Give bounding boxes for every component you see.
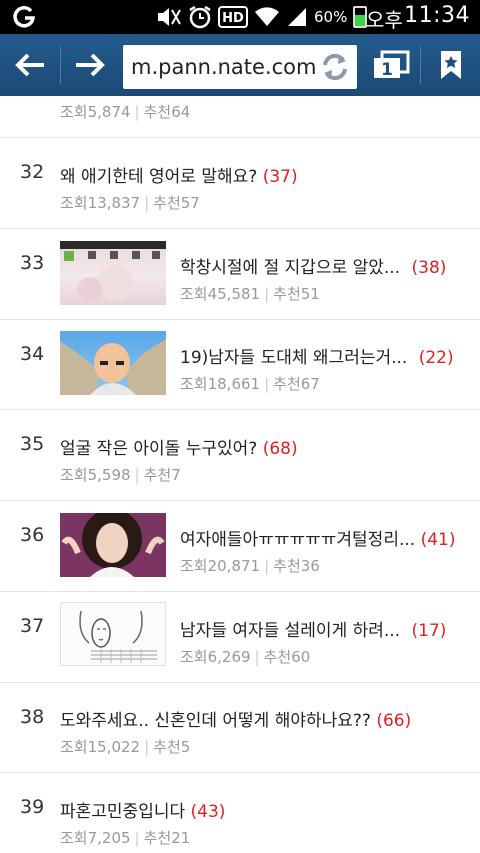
list-item[interactable]: 36 여자애들아ㅠㅠㅠㅠㅠ겨털정리... (41) 조회20,871 | 추천36 bbox=[0, 501, 480, 592]
address-bar[interactable]: m.pann.nate.com bbox=[123, 45, 357, 89]
list-item[interactable]: 35 얼굴 작은 아이돌 누구있어? (68) 조회5,598 | 추천7 bbox=[0, 410, 480, 501]
view-count: 조회5,874 bbox=[60, 103, 131, 121]
mute-icon bbox=[158, 8, 181, 26]
item-meta: 조회15,022 | 추천5 bbox=[60, 738, 191, 756]
url-text[interactable]: m.pann.nate.com bbox=[131, 55, 316, 79]
back-arrow-icon bbox=[15, 53, 44, 77]
drawing-thumbnail[interactable] bbox=[60, 602, 166, 666]
rank-number: 37 bbox=[20, 615, 45, 637]
rank-number: 32 bbox=[20, 161, 45, 183]
status-bar: HD 60% 오후 11:34 bbox=[0, 0, 480, 34]
view-count: 조회18,661 bbox=[180, 375, 261, 393]
clock: 11:34 bbox=[404, 3, 470, 28]
refresh-button[interactable] bbox=[319, 51, 351, 83]
item-meta: 조회20,871 | 추천36 bbox=[180, 557, 320, 575]
browser-toolbar: m.pann.nate.com 1 bbox=[0, 34, 480, 96]
time-ampm: 오후 bbox=[366, 8, 403, 32]
rank-number: 35 bbox=[20, 433, 45, 455]
recommend-count: 추천64 bbox=[143, 103, 191, 121]
item-title[interactable]: 얼굴 작은 아이돌 누구있어? (68) bbox=[60, 434, 298, 459]
item-title[interactable]: 19)남자들 도대체 왜그러는거... (22) bbox=[180, 343, 454, 368]
recommend-count: 추천21 bbox=[143, 829, 191, 847]
view-count: 조회15,022 bbox=[60, 738, 141, 756]
item-title[interactable]: 학창시절에 절 지갑으로 알았... (38) bbox=[180, 253, 446, 278]
list-item[interactable]: 34 19)남자들 도대체 왜그러는거... (22) 조회18,661 | 추천6… bbox=[0, 320, 480, 410]
list-item[interactable]: 37 남자들 여자들 설레이게 하려... (17) 조회6,269 | 추천60 bbox=[0, 592, 480, 683]
list-item[interactable]: 39 파혼고민중입니다 (43) 조회7,205 | 추천21 bbox=[0, 773, 480, 853]
list-item[interactable]: 조회5,874 | 추천64 bbox=[0, 96, 480, 138]
signal-icon bbox=[288, 8, 306, 26]
photo-thumbnail[interactable] bbox=[60, 513, 166, 577]
view-count: 조회13,837 bbox=[60, 194, 141, 212]
recommend-count: 추천7 bbox=[143, 466, 181, 484]
list-item[interactable]: 33 학창시절에 절 지갑으로 알았... (38) 조회45,581 | 추천51 bbox=[0, 229, 480, 320]
view-count: 조회45,581 bbox=[180, 285, 261, 303]
item-title[interactable]: 왜 애기한테 영어로 말해요? (37) bbox=[60, 162, 298, 187]
forward-arrow-icon bbox=[76, 53, 105, 77]
item-title[interactable]: 여자애들아ㅠㅠㅠㅠㅠ겨털정리... (41) bbox=[180, 525, 455, 550]
bookmark-button[interactable] bbox=[426, 40, 476, 90]
item-meta: 조회45,581 | 추천51 bbox=[180, 285, 320, 303]
wifi-icon bbox=[255, 7, 279, 26]
tabs-icon: 1 bbox=[374, 50, 410, 80]
item-title[interactable]: 도와주세요.. 신혼인데 어떻게 해야하나요?? (66) bbox=[60, 706, 411, 731]
view-count: 조회7,205 bbox=[60, 829, 131, 847]
item-title[interactable]: 남자들 여자들 설레이게 하려... (17) bbox=[180, 616, 446, 641]
list-item[interactable]: 38 도와주세요.. 신혼인데 어떻게 해야하나요?? (66) 조회15,02… bbox=[0, 683, 480, 773]
ranking-list: 조회5,874 | 추천64 32 왜 애기한테 영어로 말해요? (37) 조회1… bbox=[0, 96, 480, 853]
view-count: 조회20,871 bbox=[180, 557, 261, 575]
comment-count: (68) bbox=[262, 439, 298, 459]
recommend-count: 추천60 bbox=[263, 648, 311, 666]
item-meta: 조회18,661 | 추천67 bbox=[180, 375, 320, 393]
rank-number: 36 bbox=[20, 524, 45, 546]
hd-icon: HD bbox=[218, 6, 248, 28]
item-title[interactable]: 파혼고민중입니다 (43) bbox=[60, 797, 225, 822]
comment-count: (17) bbox=[411, 621, 447, 641]
tabs-button[interactable]: 1 bbox=[366, 40, 416, 90]
view-count: 조회5,598 bbox=[60, 466, 131, 484]
status-icons: HD 60% bbox=[156, 4, 368, 30]
comment-count: (43) bbox=[190, 802, 226, 822]
comment-count: (37) bbox=[262, 167, 298, 187]
refresh-icon bbox=[323, 53, 347, 81]
comment-count: (38) bbox=[411, 258, 447, 278]
forward-button[interactable] bbox=[65, 40, 115, 90]
svg-text:HD: HD bbox=[222, 11, 244, 26]
recommend-count: 추천67 bbox=[273, 375, 320, 393]
recommend-count: 추천51 bbox=[273, 285, 320, 303]
view-count: 조회6,269 bbox=[180, 648, 251, 666]
item-meta: 조회13,837 | 추천57 bbox=[60, 194, 200, 212]
back-button[interactable] bbox=[5, 40, 55, 90]
bookmark-icon bbox=[441, 51, 461, 79]
toolbar-divider bbox=[60, 46, 61, 84]
g-icon bbox=[13, 6, 36, 28]
item-meta: 조회5,874 | 추천64 bbox=[60, 103, 191, 121]
tab-count: 1 bbox=[381, 60, 393, 80]
recommend-count: 추천57 bbox=[153, 194, 200, 212]
comment-count: (22) bbox=[418, 348, 454, 368]
item-meta: 조회7,205 | 추천21 bbox=[60, 829, 191, 847]
alarm-icon bbox=[189, 5, 211, 29]
rank-number: 38 bbox=[20, 706, 45, 728]
screenshot-thumbnail[interactable] bbox=[60, 241, 166, 305]
comment-count: (66) bbox=[376, 711, 412, 731]
battery-percent: 60% bbox=[314, 8, 348, 26]
list-item[interactable]: 32 왜 애기한테 영어로 말해요? (37) 조회13,837 | 추천57 bbox=[0, 138, 480, 229]
recommend-count: 추천36 bbox=[273, 557, 320, 575]
cartoon-thumbnail[interactable] bbox=[60, 331, 166, 395]
rank-number: 34 bbox=[20, 343, 45, 365]
toolbar-divider bbox=[420, 46, 421, 84]
comment-count: (41) bbox=[420, 530, 456, 550]
rank-number: 39 bbox=[20, 796, 45, 818]
rank-number: 33 bbox=[20, 252, 45, 274]
item-meta: 조회5,598 | 추천7 bbox=[60, 466, 181, 484]
recommend-count: 추천5 bbox=[153, 738, 191, 756]
item-meta: 조회6,269 | 추천60 bbox=[180, 648, 311, 666]
